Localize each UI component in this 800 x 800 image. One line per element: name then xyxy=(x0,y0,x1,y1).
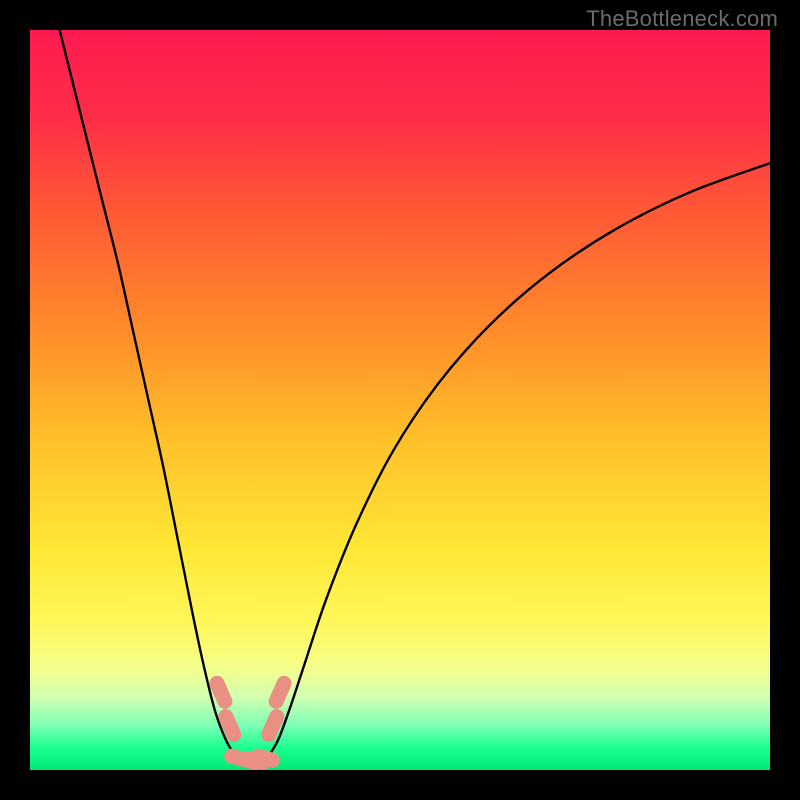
left-marker-lower xyxy=(226,717,234,735)
right-marker-lower xyxy=(269,717,277,735)
right-marker-upper xyxy=(276,683,284,701)
plot-area xyxy=(30,30,770,770)
chart-frame: TheBottleneck.com xyxy=(0,0,800,800)
gradient-background xyxy=(30,30,770,770)
chart-svg xyxy=(30,30,770,770)
floor-marker-d xyxy=(258,756,272,760)
watermark-text: TheBottleneck.com xyxy=(586,6,778,32)
left-marker-upper xyxy=(217,683,225,701)
